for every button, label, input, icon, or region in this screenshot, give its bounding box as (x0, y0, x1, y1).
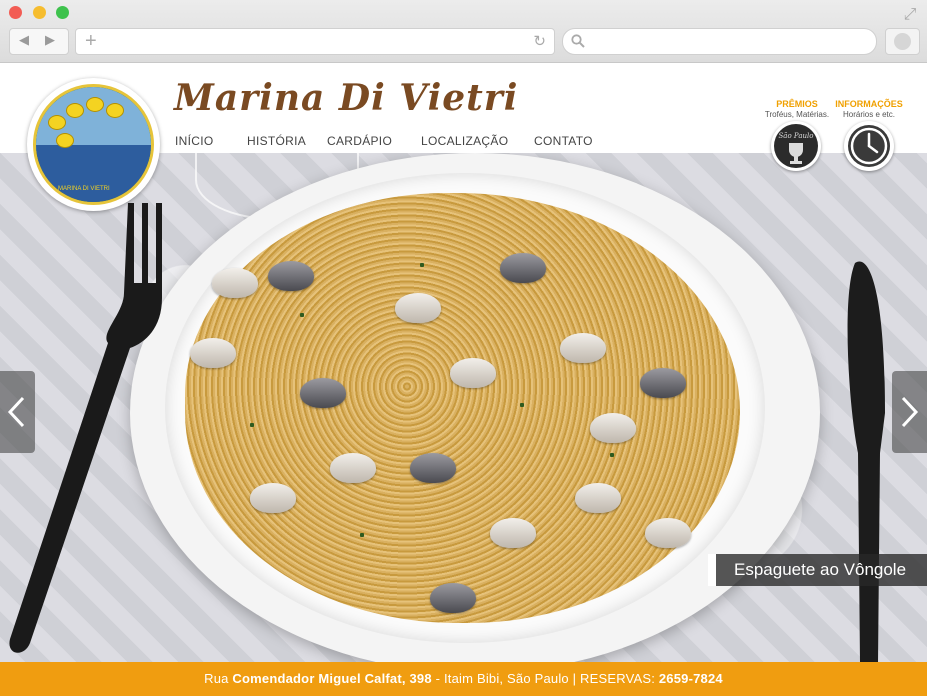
premios-subtitle: Troféus, Matérias. (764, 110, 830, 119)
herb (300, 313, 304, 317)
slider-prev-button[interactable] (0, 371, 35, 453)
menu-item-inicio[interactable]: INÍCIO (175, 134, 213, 148)
clam (330, 453, 376, 483)
footer-bar: Rua Comendador Miguel Calfat, 398 - Itai… (0, 662, 927, 696)
herb (250, 423, 254, 427)
browser-chrome: ⤢ ◀ ▶ + ↻ (0, 0, 927, 63)
search-icon (571, 34, 585, 48)
clock-icon[interactable] (844, 121, 894, 171)
clam (560, 333, 606, 363)
clam (590, 413, 636, 443)
address-prefix: Rua (204, 671, 233, 686)
slide-caption: Espaguete ao Vôngole (708, 554, 927, 586)
herb (360, 533, 364, 537)
premios-link[interactable]: PRÊMIOS Troféus, Matérias. (756, 99, 838, 119)
informacoes-link[interactable]: INFORMAÇÕES Horários e etc. (833, 99, 905, 119)
trophy-icon[interactable]: São Paulo (771, 121, 821, 171)
menu-item-cardapio[interactable]: CARDÁPIO (327, 134, 392, 148)
back-icon[interactable]: ◀ (19, 32, 29, 48)
address-bar[interactable]: + ↻ (75, 28, 555, 55)
minimize-window-button[interactable] (33, 6, 46, 19)
logo-badge-text: MARINA DI VIETRI (58, 186, 110, 192)
spaghetti-dish (185, 193, 740, 623)
premios-title: PRÊMIOS (776, 99, 818, 109)
chevron-left-icon (7, 396, 25, 428)
close-window-button[interactable] (9, 6, 22, 19)
lemon-icon (106, 103, 124, 118)
restaurant-logo[interactable]: MARINA DI VIETRI (27, 78, 160, 211)
informacoes-subtitle: Horários e etc. (842, 110, 896, 119)
profile-button[interactable] (885, 28, 920, 55)
maximize-window-button[interactable] (56, 6, 69, 19)
lemon-icon (66, 103, 84, 118)
address-street: Comendador Miguel Calfat, 398 (232, 671, 432, 686)
new-tab-icon[interactable]: + (85, 30, 97, 52)
menu-item-historia[interactable]: HISTÓRIA (247, 134, 306, 148)
slider-next-button[interactable] (892, 371, 927, 453)
herb (610, 453, 614, 457)
herb (520, 403, 524, 407)
knife (847, 261, 885, 662)
herb (420, 263, 424, 267)
clam (450, 358, 496, 388)
browser-search-input[interactable] (562, 28, 877, 55)
reservas-phone[interactable]: 2659-7824 (659, 671, 723, 686)
clam (575, 483, 621, 513)
clam (500, 253, 546, 283)
clam (395, 293, 441, 323)
reservas-label: RESERVAS: (580, 671, 659, 686)
sao-paulo-label: São Paulo (779, 132, 814, 140)
clam (410, 453, 456, 483)
lemon-icon (56, 133, 74, 148)
logo-sea (36, 144, 151, 202)
clam (212, 268, 258, 298)
clam (300, 378, 346, 408)
clam (430, 583, 476, 613)
history-nav: ◀ ▶ (9, 28, 69, 55)
clam (490, 518, 536, 548)
lemon-icon (86, 97, 104, 112)
menu-item-localizacao[interactable]: LOCALIZAÇÃO (421, 134, 508, 148)
hero-slider: Espaguete ao Vôngole (0, 153, 927, 662)
clam (640, 368, 686, 398)
clam (190, 338, 236, 368)
profile-icon (894, 33, 911, 50)
informacoes-title: INFORMAÇÕES (835, 99, 903, 109)
menu-item-contato[interactable]: CONTATO (534, 134, 593, 148)
forward-icon[interactable]: ▶ (45, 32, 55, 48)
brand-title[interactable]: Marina Di Vietri (174, 77, 518, 119)
clam (645, 518, 691, 548)
clam (268, 261, 314, 291)
lemon-icon (48, 115, 66, 130)
expand-icon[interactable]: ⤢ (901, 6, 919, 24)
chevron-right-icon (901, 396, 919, 428)
clam (250, 483, 296, 513)
logo-plate: MARINA DI VIETRI (33, 84, 154, 205)
reload-icon[interactable]: ↻ (533, 32, 546, 50)
address-neighborhood: - Itaim Bibi, São Paulo | (431, 671, 581, 686)
